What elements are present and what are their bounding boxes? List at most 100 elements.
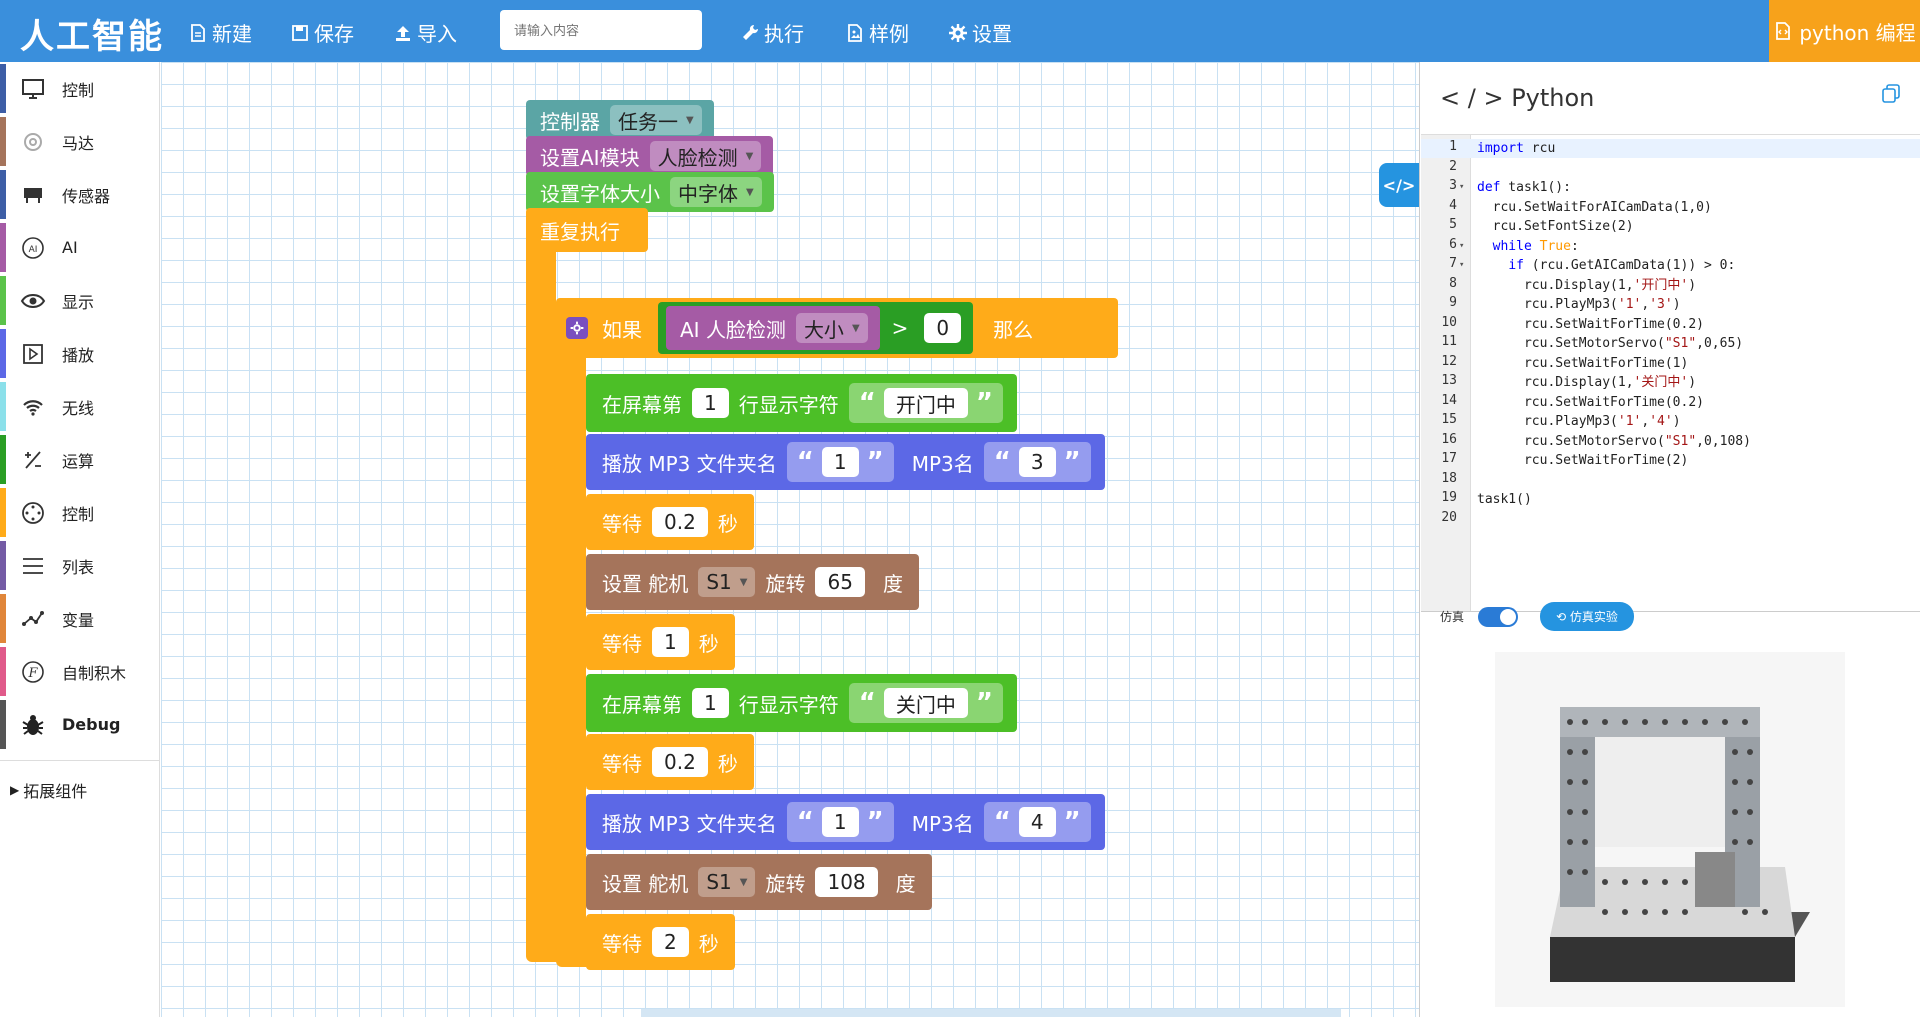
code-line[interactable]: 14 rcu.SetWaitForTime(0.2) [1421, 393, 1920, 412]
servo-angle-field[interactable]: 108 [815, 867, 878, 897]
font-size-dropdown[interactable]: 中字体 ▼ [670, 177, 762, 207]
ai-face-detect-block[interactable]: AI 人脸检测 大小 ▼ [666, 306, 880, 350]
mp3-name-string[interactable]: “3” [983, 442, 1091, 482]
sidebar-item-display[interactable]: 显示 [0, 274, 159, 327]
sidebar-item-motor[interactable]: 马达 [0, 115, 159, 168]
simulation-toggle[interactable] [1478, 606, 1519, 627]
wait-time-field[interactable]: 2 [652, 927, 689, 957]
sidebar-item-ai[interactable]: AI AI [0, 221, 159, 274]
wait-time-field[interactable]: 0.2 [652, 507, 708, 537]
wait-time-field[interactable]: 0.2 [652, 747, 708, 777]
text-string[interactable]: “关门中” [848, 683, 1003, 723]
search-input[interactable] [500, 10, 702, 50]
sidebar-item-control[interactable]: 控制 [0, 62, 159, 115]
copy-icon[interactable] [1880, 82, 1902, 104]
wait-time-field[interactable]: 1 [652, 627, 689, 657]
code-line[interactable]: 8 rcu.Display(1,'开门中') [1421, 276, 1920, 295]
set-ai-module-block[interactable]: 设置AI模块 人脸检测 ▼ [526, 136, 774, 176]
mp3-name-string[interactable]: “4” [983, 802, 1091, 842]
block-workspace[interactable]: 控制器 任务一 ▼ 设置AI模块 人脸检测 ▼ 设置字体大小 中字体 ▼ 重复执行 如… [161, 62, 1419, 1017]
display-text-field[interactable]: 开门中 [883, 388, 968, 418]
code-line[interactable]: 10 rcu.SetWaitForTime(0.2) [1421, 315, 1920, 334]
code-editor[interactable]: 1 import rcu 2 3 ▾ def task1(): 4 rcu.SetWaitF… [1421, 134, 1920, 612]
play-mp3-block[interactable]: 播放 MP3 文件夹名 “1” MP3名 “4” [586, 794, 1105, 850]
play-mp3-block[interactable]: 播放 MP3 文件夹名 “1” MP3名 “3” [586, 434, 1105, 490]
wait-block[interactable]: 等待 0.2 秒 [586, 494, 754, 550]
extensions-toggle[interactable]: ▶ 拓展组件 [10, 778, 87, 802]
code-line[interactable]: 5 rcu.SetFontSize(2) [1421, 217, 1920, 236]
code-line[interactable]: 18 [1421, 471, 1920, 490]
if-block[interactable]: 如果 AI 人脸检测 大小 ▼ > 0 那么 [556, 298, 1118, 358]
compare-value-field[interactable]: 0 [924, 313, 962, 343]
sidebar-item-sensor[interactable]: 传感器 [0, 168, 159, 221]
fold-arrow-icon[interactable]: ▾ [1459, 178, 1469, 197]
sidebar-item-variable[interactable]: 变量 [0, 592, 159, 645]
folder-name-field[interactable]: 1 [821, 447, 859, 477]
display-text-block[interactable]: 在屏幕第 1 行显示字符 “开门中” [586, 374, 1017, 432]
face-attr-dropdown[interactable]: 大小 ▼ [795, 313, 868, 343]
task-dropdown[interactable]: 任务一 ▼ [610, 105, 702, 135]
mp3-name-field[interactable]: 3 [1018, 447, 1056, 477]
code-line[interactable]: 6 ▾ while True: [1421, 237, 1920, 256]
code-line[interactable]: 13 rcu.Display(1,'关门中') [1421, 373, 1920, 392]
new-button[interactable]: 新建 [188, 18, 252, 47]
code-panel-toggle[interactable]: </> [1379, 163, 1419, 207]
save-button[interactable]: 保存 [290, 18, 354, 47]
run-button[interactable]: 执行 [740, 18, 804, 47]
python-programming-button[interactable]: python 编程 [1769, 0, 1920, 62]
line-number-field[interactable]: 1 [692, 388, 729, 418]
line-number: 8 [1449, 275, 1457, 291]
code-line[interactable]: 12 rcu.SetWaitForTime(1) [1421, 354, 1920, 373]
compare-block[interactable]: AI 人脸检测 大小 ▼ > 0 [658, 302, 974, 354]
folder-string[interactable]: “1” [786, 802, 894, 842]
code-line[interactable]: 15 rcu.PlayMp3('1','4') [1421, 412, 1920, 431]
code-line[interactable]: 3 ▾ def task1(): [1421, 178, 1920, 197]
servo-port-dropdown[interactable]: S1 ▼ [698, 867, 756, 897]
sidebar-item-math[interactable]: 运算 [0, 433, 159, 486]
wait-block[interactable]: 等待 0.2 秒 [586, 734, 754, 790]
code-line[interactable]: 9 rcu.PlayMp3('1','3') [1421, 295, 1920, 314]
code-text: rcu.SetMotorServo("S1",0,65) [1477, 336, 1744, 351]
wait-block[interactable]: 等待 1 秒 [586, 614, 735, 670]
code-line[interactable]: 1 import rcu [1421, 139, 1920, 158]
gear-icon[interactable] [566, 317, 588, 339]
servo-angle-field[interactable]: 65 [815, 567, 865, 597]
display-text-field[interactable]: 关门中 [883, 688, 968, 718]
controller-block[interactable]: 控制器 任务一 ▼ [526, 100, 714, 140]
examples-button[interactable]: 样例 [845, 18, 909, 47]
code-line[interactable]: 20 [1421, 510, 1920, 529]
code-line[interactable]: 17 rcu.SetWaitForTime(2) [1421, 451, 1920, 470]
repeat-forever-block[interactable]: 重复执行 [526, 208, 648, 252]
sidebar-item-custom-blocks[interactable]: F 自制积木 [0, 645, 159, 698]
display-text-block[interactable]: 在屏幕第 1 行显示字符 “关门中” [586, 674, 1017, 732]
sidebar-item-wireless[interactable]: 无线 [0, 380, 159, 433]
line-number-field[interactable]: 1 [692, 688, 729, 718]
mp3-name-field[interactable]: 4 [1018, 807, 1056, 837]
code-line[interactable]: 2 [1421, 159, 1920, 178]
settings-button[interactable]: 设置 [948, 18, 1012, 47]
servo-port-dropdown[interactable]: S1 ▼ [698, 567, 756, 597]
wait-block[interactable]: 等待 2 秒 [586, 914, 735, 970]
code-line[interactable]: 16 rcu.SetMotorServo("S1",0,108) [1421, 432, 1920, 451]
fold-arrow-icon[interactable]: ▾ [1459, 237, 1469, 256]
upload-icon [396, 25, 410, 41]
code-line[interactable]: 7 ▾ if (rcu.GetAICamData(1)) > 0: [1421, 256, 1920, 275]
sidebar-item-debug[interactable]: Debug [0, 698, 159, 751]
fold-arrow-icon[interactable]: ▾ [1459, 256, 1469, 275]
import-button[interactable]: 导入 [393, 18, 457, 47]
folder-string[interactable]: “1” [786, 442, 894, 482]
sidebar-item-list[interactable]: 列表 [0, 539, 159, 592]
folder-name-field[interactable]: 1 [821, 807, 859, 837]
sidebar-item-play[interactable]: 播放 [0, 327, 159, 380]
sidebar-item-control-flow[interactable]: 控制 [0, 486, 159, 539]
code-line[interactable]: 4 rcu.SetWaitForAICamData(1,0) [1421, 198, 1920, 217]
simulation-run-button[interactable]: ⟲ 仿真实验 [1540, 602, 1634, 631]
code-line[interactable]: 11 rcu.SetMotorServo("S1",0,65) [1421, 334, 1920, 353]
servo-block[interactable]: 设置 舵机 S1 ▼ 旋转 108 度 [586, 854, 932, 910]
ai-mode-dropdown[interactable]: 人脸检测 ▼ [649, 141, 762, 171]
set-font-size-block[interactable]: 设置字体大小 中字体 ▼ [526, 172, 774, 212]
code-line[interactable]: 19 task1() [1421, 490, 1920, 509]
text-string[interactable]: “开门中” [848, 383, 1003, 423]
workspace-horizontal-scrollbar[interactable] [641, 1009, 1341, 1017]
servo-block[interactable]: 设置 舵机 S1 ▼ 旋转 65 度 [586, 554, 919, 610]
